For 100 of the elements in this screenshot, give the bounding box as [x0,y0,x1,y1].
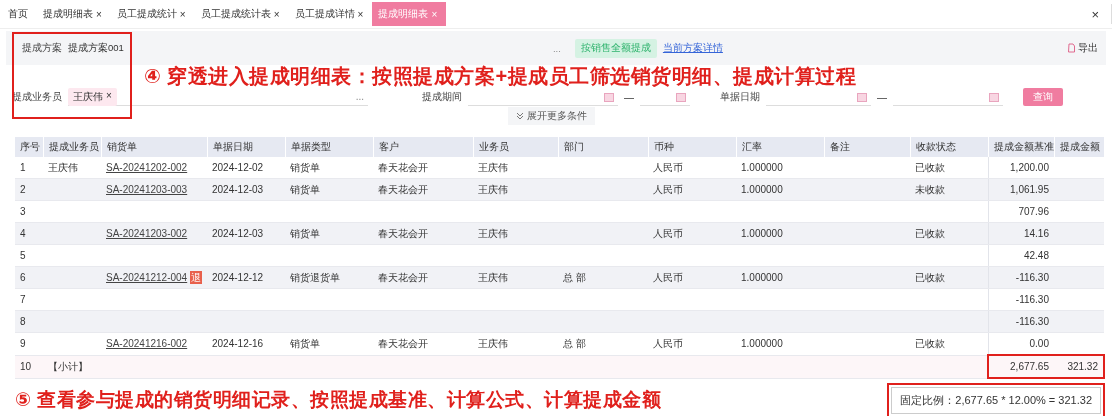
table-cell: 总 部 [558,266,648,289]
table-cell: 春天花会开 [373,157,473,179]
column-header: 销货单 [101,137,207,157]
table-cell: 5 [15,244,43,267]
range-separator: — [877,91,887,103]
calendar-icon [989,91,999,102]
column-header: 序号 [15,137,43,157]
calendar-icon [857,91,867,102]
table-cell: 10 [15,355,43,378]
table-cell: 春天花会开 [373,222,473,245]
close-button[interactable]: × [1079,4,1112,24]
column-header: 单据类型 [285,137,373,157]
table-cell: 1.000000 [736,222,824,245]
table-cell: 销货退货单 [285,266,373,289]
table-cell: 4 [15,222,43,245]
table-cell: 1.000000 [736,157,824,179]
table-cell: 2024-12-03 [207,178,285,201]
table-cell: 销货单 [285,222,373,245]
column-header: 部门 [558,137,648,157]
table-cell: 14.16 [988,222,1054,245]
table-cell: -116.30 [988,266,1054,289]
scheme-value[interactable]: 提成方案001 [68,41,124,55]
field-label: 提成期间 [422,90,462,104]
calendar-icon [604,91,614,102]
table-cell: 8 [15,310,43,333]
double-chevron-icon [516,112,524,120]
annotation-text: ④ 穿透进入提成明细表：按照提成方案+提成员工筛选销货明细、提成计算过程 [144,64,857,89]
table-cell: 人民币 [648,222,736,245]
table-cell: 销货单 [285,178,373,201]
table-cell: 销货单 [285,332,373,355]
export-button[interactable]: 导出 [1066,41,1098,55]
column-header: 备注 [824,137,910,157]
column-header: 业务员 [473,137,558,157]
column-header: 提成业务员 [43,137,101,157]
tab[interactable]: 首页 [2,0,37,28]
table-cell: 春天花会开 [373,332,473,355]
table-cell: 王庆伟 [473,332,558,355]
table-cell: 1.000000 [736,178,824,201]
table-cell: 未收款 [910,178,988,201]
scheme-detail-link[interactable]: 当前方案详情 [662,41,723,55]
table-cell: 1.000000 [736,332,824,355]
table-cell: 总 部 [558,332,648,355]
expand-conditions-button[interactable]: 展开更多条件 [508,107,595,125]
table-cell: 已收款 [910,266,988,289]
table-cell: 42.48 [988,244,1054,267]
table-cell: 2024-12-02 [207,157,285,179]
column-header: 客户 [373,137,473,157]
table-cell: 已收款 [910,157,988,179]
column-header: 提成金额 [1054,137,1104,157]
annotation-text: ⑤ 查看参与提成的销货明细记录、按照提成基准、计算公式、计算提成金额 [15,388,662,412]
table-cell: 1,200.00 [988,157,1054,179]
table-cell: 已收款 [910,332,988,355]
column-header: 币种 [648,137,736,157]
table-cell: 707.96 [988,200,1054,223]
document-link[interactable]: SA-20241216-002 [106,338,188,350]
table-cell: 2024-12-12 [207,266,285,289]
salesman-tag[interactable]: 王庆伟 × [68,87,117,106]
table-cell: 人民币 [648,157,736,179]
table-cell: 王庆伟 [473,266,558,289]
more-button[interactable]: ... [552,42,561,54]
table-cell: 王庆伟 [473,178,558,201]
document-link[interactable]: SA-20241202-002 [106,162,188,173]
table-cell: 人民币 [648,332,736,355]
field-label: 提成方案 [22,41,62,55]
table-cell: 2024-12-16 [207,332,285,355]
tab[interactable]: 员工提成统计表 × [194,0,289,28]
table-cell: 王庆伟 [43,157,101,179]
return-badge: 退 [190,271,203,284]
table-cell: 春天花会开 [373,178,473,201]
table-cell: 3 [15,200,43,223]
table-cell: 2024-12-03 [207,222,285,245]
column-header: 收款状态 [910,137,988,157]
tab[interactable]: 员工提成详情 × [288,0,373,28]
table-cell: 7 [15,288,43,311]
field-label: 单据日期 [720,90,760,104]
formula-tooltip: 固定比例：2,677.65 * 12.00% = 321.32 [891,386,1101,414]
document-link[interactable]: SA-20241212-004 [106,272,188,283]
table-cell: 1 [15,157,43,179]
table-cell: 人民币 [648,266,736,289]
table-cell: -116.30 [988,310,1054,333]
table-cell: 2 [15,178,43,201]
export-icon [1066,43,1076,53]
table-cell: 9 [15,332,43,355]
table-cell: 销货单 [285,157,373,179]
table-cell: 王庆伟 [473,222,558,245]
table-cell: 已收款 [910,222,988,245]
tab[interactable]: 提成明细表 × [37,0,111,28]
table-cell: 春天花会开 [373,266,473,289]
table-cell: 人民币 [648,178,736,201]
column-header: 单据日期 [207,137,285,157]
tab[interactable]: 员工提成统计 × [110,0,195,28]
table-cell: 2,677.65 [988,355,1054,378]
range-separator: — [624,91,634,103]
table-cell: 王庆伟 [473,157,558,179]
table-cell: 321.32 [1054,355,1104,378]
salesman-field[interactable]: 王庆伟 × ... [68,88,368,106]
table-cell: 1.000000 [736,266,824,289]
subtotal-label: 【小计】 [43,355,101,378]
column-header: 汇率 [736,137,824,157]
calendar-icon [676,91,686,102]
